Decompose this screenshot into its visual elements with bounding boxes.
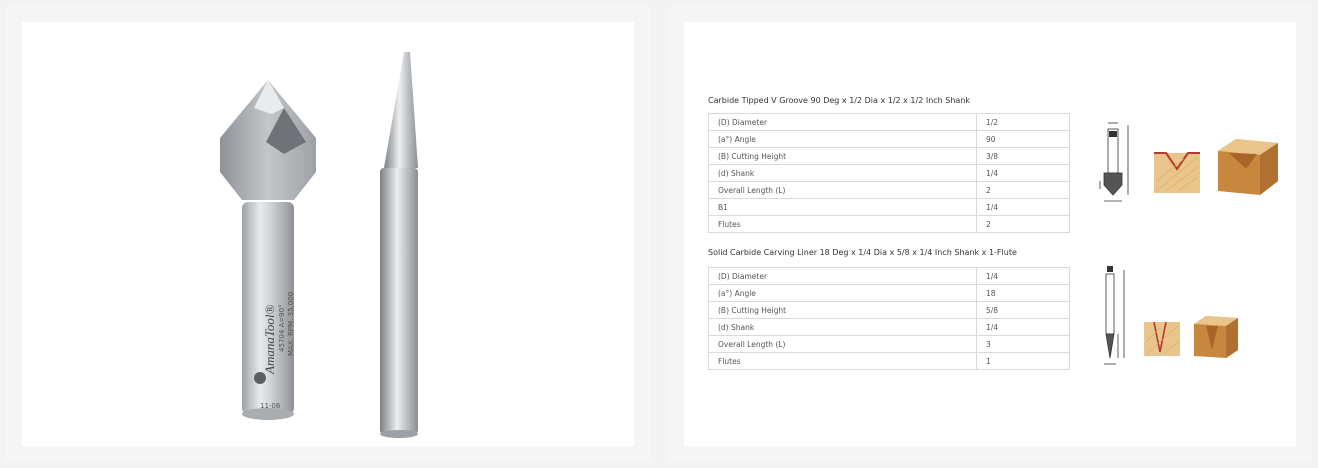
spec-value: 90 bbox=[975, 130, 1071, 148]
table-row: Flutes 2 bbox=[708, 215, 1071, 233]
table-row: Flutes 1 bbox=[708, 352, 1071, 370]
spec-table-carving-liner: (D) Diameter 1/4 (a°) Angle 18 (B) Cutting… bbox=[708, 267, 1071, 370]
wood-3d-icon bbox=[1218, 139, 1278, 195]
table-row: (D) Diameter 1/2 bbox=[708, 113, 1071, 131]
spec-value: 1/4 bbox=[975, 164, 1071, 182]
spec-label: B1 bbox=[708, 198, 977, 216]
shank-code: 11-06 bbox=[260, 402, 281, 410]
product-image-panel: AmanaTool® 45704 A=90° MAX. RPM. 35,000 … bbox=[6, 6, 650, 462]
table-row: Overall Length (L) 3 bbox=[708, 335, 1071, 353]
spec-label: Overall Length (L) bbox=[708, 181, 977, 199]
spec-value: 1/2 bbox=[975, 113, 1071, 131]
table-row: (a°) Angle 18 bbox=[708, 284, 1071, 302]
spec-value: 1/4 bbox=[975, 267, 1071, 285]
table-row: B1 1/4 bbox=[708, 198, 1071, 216]
table-row: (a°) Angle 90 bbox=[708, 130, 1071, 148]
spec-value: 1 bbox=[975, 352, 1071, 370]
table-row: (D) Diameter 1/4 bbox=[708, 267, 1071, 285]
product-image-card: AmanaTool® 45704 A=90° MAX. RPM. 35,000 … bbox=[22, 22, 634, 446]
carving-liner-bit bbox=[380, 52, 418, 438]
spec-label: (a°) Angle bbox=[708, 284, 977, 302]
spec-value: 2 bbox=[975, 181, 1071, 199]
table-row: (d) Shank 1/4 bbox=[708, 318, 1071, 336]
spec-label: Flutes bbox=[708, 352, 977, 370]
spec-label: (D) Diameter bbox=[708, 267, 977, 285]
spec-value: 2 bbox=[975, 215, 1071, 233]
table-row: Overall Length (L) 2 bbox=[708, 181, 1071, 199]
carving-liner-dimension-diagram bbox=[1104, 266, 1238, 365]
spec-label: Overall Length (L) bbox=[708, 335, 977, 353]
v-groove-dimension-diagram bbox=[1099, 122, 1278, 202]
spec-title-carving-liner: Solid Carbide Carving Liner 18 Deg x 1/4… bbox=[708, 248, 1017, 257]
table-row: (B) Cutting Height 5/8 bbox=[708, 301, 1071, 319]
spec-label: (a°) Angle bbox=[708, 130, 977, 148]
shank-marking-3: MAX. RPM. 35,000 bbox=[287, 292, 295, 356]
spec-table-v-groove: (D) Diameter 1/2 (a°) Angle 90 (B) Cutting… bbox=[708, 113, 1071, 233]
spec-label: (B) Cutting Height bbox=[708, 147, 977, 165]
spec-value: 5/8 bbox=[975, 301, 1071, 319]
spec-label: (d) Shank bbox=[708, 318, 977, 336]
spec-value: 1/4 bbox=[975, 198, 1071, 216]
table-row: (B) Cutting Height 3/8 bbox=[708, 147, 1071, 165]
spec-label: (B) Cutting Height bbox=[708, 301, 977, 319]
spec-label: (d) Shank bbox=[708, 164, 977, 182]
spec-value: 3 bbox=[975, 335, 1071, 353]
shank-marking-1: AmanaTool® bbox=[262, 305, 277, 375]
spec-label: Flutes bbox=[708, 215, 977, 233]
shank-marking-2: 45704 A=90° bbox=[278, 304, 286, 352]
spec-value: 3/8 bbox=[975, 147, 1071, 165]
specifications-card: Carbide Tipped V Groove 90 Deg x 1/2 Dia… bbox=[684, 22, 1296, 446]
spec-value: 1/4 bbox=[975, 318, 1071, 336]
spec-label: (D) Diameter bbox=[708, 113, 977, 131]
table-row: (d) Shank 1/4 bbox=[708, 164, 1071, 182]
spec-value: 18 bbox=[975, 284, 1071, 302]
router-bits-photo: AmanaTool® 45704 A=90° MAX. RPM. 35,000 … bbox=[220, 52, 418, 438]
wood-3d-icon bbox=[1194, 316, 1238, 358]
specifications-panel: Carbide Tipped V Groove 90 Deg x 1/2 Dia… bbox=[668, 6, 1312, 462]
spec-title-v-groove: Carbide Tipped V Groove 90 Deg x 1/2 Dia… bbox=[708, 96, 971, 105]
